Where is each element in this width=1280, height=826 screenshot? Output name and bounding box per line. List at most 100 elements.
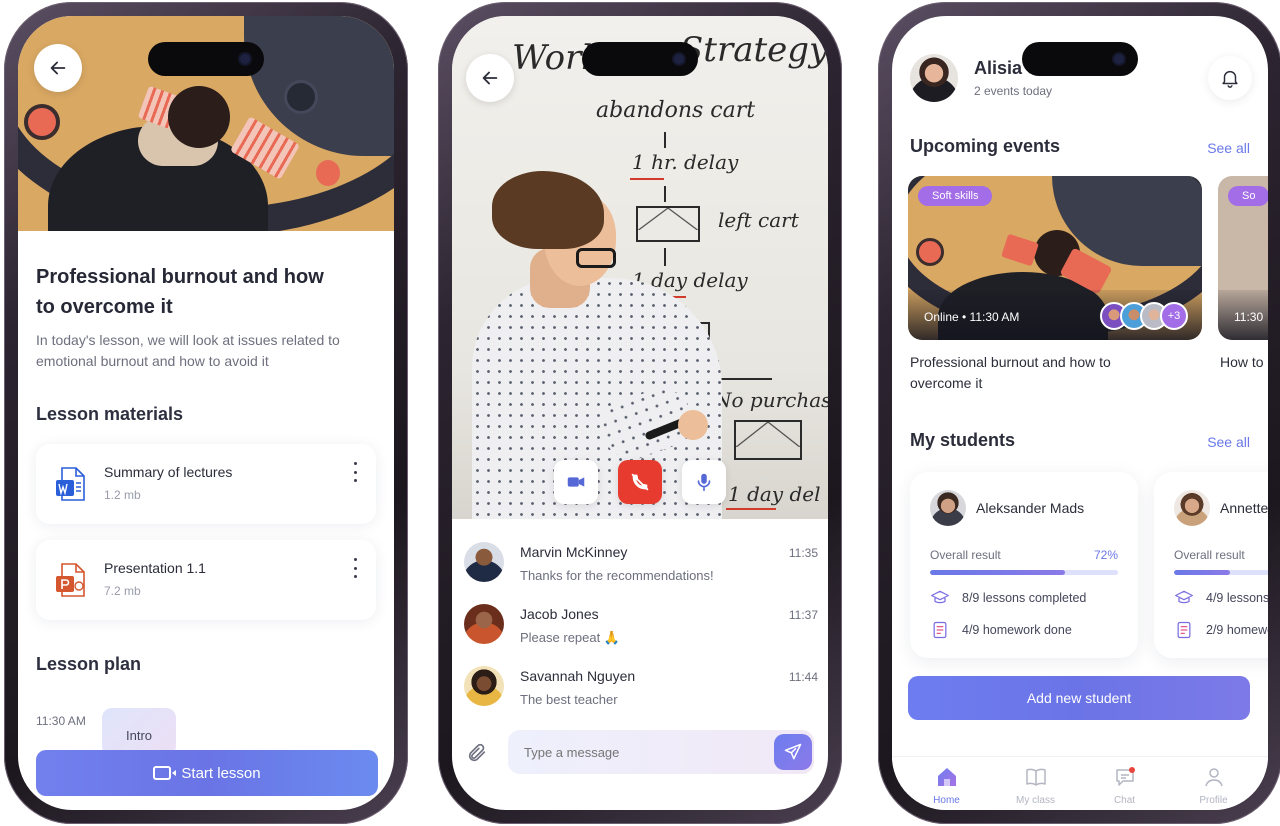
arrow-left-icon (482, 71, 498, 85)
lessons-stat: 8/9 lessons completed (930, 588, 1086, 608)
event-card[interactable]: So 11:30 (1218, 176, 1268, 340)
dynamic-island (1022, 42, 1138, 76)
student-name: Aleksander Mads (976, 500, 1085, 516)
lesson-plan-heading: Lesson plan (36, 654, 142, 674)
phone-dashboard: Alisia Soul 2 events today Upcoming even… (878, 2, 1280, 824)
lesson-description: In today's lesson, we will look at issue… (36, 332, 340, 369)
add-new-student-button[interactable]: Add new student (908, 676, 1250, 720)
sender-name: Marvin McKinney (520, 544, 628, 560)
avatar (1174, 490, 1210, 526)
back-button[interactable] (34, 44, 82, 92)
homework-done: 2/9 homework (1206, 623, 1268, 637)
event-meta: 11:30 (1234, 310, 1264, 324)
dynamic-island (582, 42, 698, 76)
notebook-icon (933, 621, 947, 639)
message-time: 11:35 (788, 546, 818, 560)
bell-icon (1222, 70, 1238, 88)
event-tag: So (1228, 186, 1268, 206)
send-icon (784, 743, 802, 760)
message-time: 11:44 (788, 670, 818, 684)
chat-message[interactable]: Savannah Nguyen The best teacher 11:44 (462, 662, 818, 720)
end-call-icon (631, 473, 649, 491)
avatar (930, 490, 966, 526)
video-camera-icon (153, 766, 177, 780)
material-card[interactable]: Presentation 1.1 7.2 mb (36, 540, 376, 620)
whiteboard-step: abandons cart (596, 98, 756, 123)
event-title[interactable]: How to (1220, 352, 1268, 373)
see-all-events-link[interactable]: See all (1207, 140, 1250, 156)
camera-toggle-button[interactable] (554, 460, 598, 504)
whiteboard-step: left cart (718, 208, 799, 232)
send-button[interactable] (774, 734, 812, 770)
back-button[interactable] (466, 54, 514, 102)
call-controls (452, 460, 828, 504)
bottom-tab-bar: Home My class Chat Profile (892, 756, 1268, 810)
plan-time: 11:30 AM (36, 714, 86, 728)
student-name: Annette (1220, 500, 1268, 516)
more-options-icon[interactable] (350, 462, 360, 482)
whiteboard-step: No purchase (714, 388, 828, 412)
homework-stat: 4/9 homework done (930, 620, 1072, 640)
sender-name: Jacob Jones (520, 606, 599, 622)
homework-done: 4/9 homework done (962, 623, 1072, 637)
event-title[interactable]: Professional burnout and how to overcome… (910, 352, 1150, 394)
event-meta: Online • 11:30 AM (924, 310, 1020, 324)
message-text: The best teacher (520, 692, 618, 707)
book-icon (1025, 768, 1046, 786)
profile-icon (1204, 768, 1223, 787)
overall-result-label: Overall result (1174, 548, 1245, 562)
message-time: 11:37 (788, 608, 818, 622)
powerpoint-file-icon (56, 563, 85, 597)
home-icon (937, 768, 956, 786)
tab-profile[interactable]: Profile (1179, 757, 1249, 810)
chat-message[interactable]: Marvin McKinney Thanks for the recommend… (462, 538, 818, 596)
tab-label: Chat (1113, 795, 1136, 806)
my-students-heading: My students (910, 430, 1016, 450)
plan-item-intro[interactable]: Intro (102, 708, 176, 756)
notifications-button[interactable] (1208, 56, 1252, 100)
graduation-cap-icon (1175, 590, 1193, 604)
attendee-avatars: +3 (1100, 302, 1188, 330)
message-input[interactable] (508, 730, 814, 774)
tab-chat[interactable]: Chat (1090, 757, 1160, 810)
whiteboard-title-right: Strategy (680, 30, 828, 70)
tab-home[interactable]: Home (912, 757, 982, 810)
lessons-stat: 4/9 lessons (1174, 588, 1268, 608)
lessons-completed: 8/9 lessons completed (962, 591, 1087, 605)
start-lesson-button[interactable]: Start lesson (36, 750, 378, 796)
paperclip-icon[interactable] (466, 742, 488, 764)
lesson-screen: Professional burnout and how to overcome… (18, 16, 394, 810)
event-card[interactable]: Soft skills Online • 11:30 AM +3 (908, 176, 1202, 340)
chat-message[interactable]: Jacob Jones Please repeat 🙏 11:37 (462, 600, 818, 658)
avatar (464, 542, 504, 582)
word-file-icon (56, 467, 85, 501)
tab-label: Home (933, 795, 960, 806)
graduation-cap-icon (931, 590, 949, 604)
avatar[interactable] (910, 54, 958, 102)
material-card[interactable]: Summary of lectures 1.2 mb (36, 444, 376, 524)
material-size: 1.2 mb (104, 488, 141, 502)
event-tag: Soft skills (918, 186, 993, 206)
overall-progress-bar (1174, 570, 1268, 575)
avatar (464, 666, 504, 706)
video-camera-icon (567, 477, 585, 487)
chat-icon (1115, 767, 1135, 786)
events-today: 2 events today (974, 84, 1053, 98)
avatar (464, 604, 504, 644)
student-card[interactable]: Aleksander Mads Overall result 72% 8/9 l… (910, 472, 1138, 658)
microphone-icon (697, 473, 711, 492)
end-call-button[interactable] (618, 460, 662, 504)
message-text: Thanks for the recommendations! (520, 568, 714, 583)
overall-result-percent: 72% (1093, 548, 1118, 562)
student-card[interactable]: Annette Overall result 4/9 lessons 2/9 h… (1154, 472, 1268, 658)
microphone-toggle-button[interactable] (682, 460, 726, 504)
lessons-completed: 4/9 lessons (1206, 591, 1268, 605)
dynamic-island (148, 42, 264, 76)
see-all-students-link[interactable]: See all (1207, 434, 1250, 450)
tab-label: My class (1016, 795, 1055, 806)
phone-video-call: Workflow Strategy abandons cart 1 hr. de… (438, 2, 842, 824)
notebook-icon (1177, 621, 1191, 639)
overall-result-label: Overall result (930, 548, 1001, 562)
tab-my-class[interactable]: My class (1001, 757, 1071, 810)
more-options-icon[interactable] (350, 558, 360, 578)
